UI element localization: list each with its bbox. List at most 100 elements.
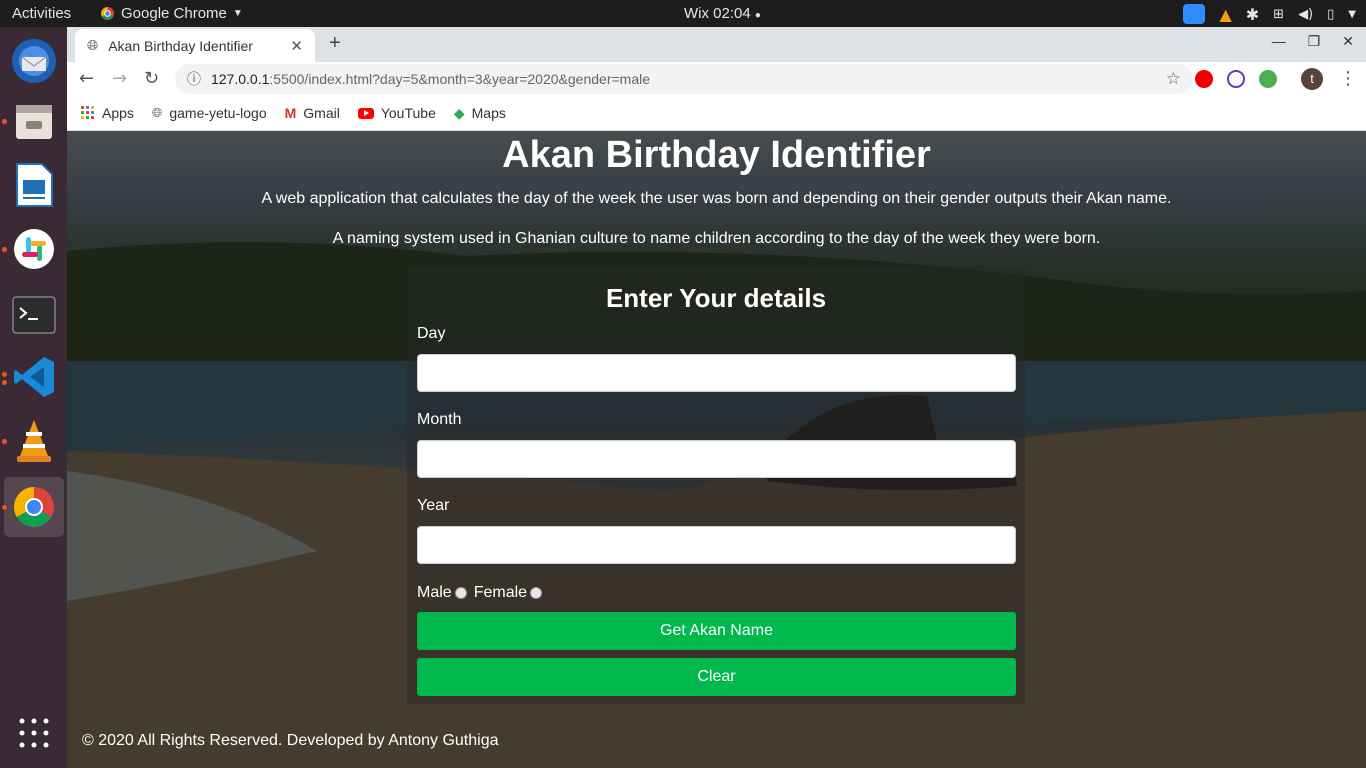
running-indicator: [2, 505, 7, 510]
activities-button[interactable]: Activities: [12, 5, 71, 22]
network-icon[interactable]: ⊞: [1273, 7, 1284, 22]
month-input[interactable]: [417, 440, 1016, 478]
gender-options: Male Female: [417, 584, 546, 602]
slack-icon: [14, 229, 54, 269]
dock-show-apps[interactable]: [4, 703, 64, 763]
terminal-icon: [12, 296, 56, 334]
maps-pin-icon: ◆: [453, 104, 465, 121]
clock[interactable]: Wix 02:04 ●: [684, 5, 761, 22]
running-indicator: [2, 372, 7, 377]
slack-tray-icon[interactable]: ✱: [1246, 5, 1259, 24]
get-akan-name-button[interactable]: Get Akan Name: [417, 612, 1016, 650]
dock-chrome[interactable]: [2, 477, 64, 537]
system-tray: ▲ ✱ ⊞ ◀) ▯ ▼: [1183, 3, 1356, 25]
year-label: Year: [417, 497, 450, 514]
close-window-icon[interactable]: ✕: [1342, 33, 1354, 50]
window-controls: — ❐ ✕: [1272, 33, 1354, 50]
reload-icon[interactable]: ↻: [144, 68, 159, 89]
close-tab-icon[interactable]: ✕: [290, 37, 303, 55]
dock-slack[interactable]: [2, 219, 64, 279]
day-input[interactable]: [417, 354, 1016, 392]
running-indicator: [2, 380, 7, 385]
page-content: Akan Birthday Identifier A web applicati…: [67, 131, 1366, 768]
year-input[interactable]: [417, 526, 1016, 564]
chevron-down-icon: ▼: [232, 8, 243, 19]
back-icon[interactable]: ←: [79, 68, 94, 89]
new-tab-button[interactable]: +: [329, 32, 341, 55]
minimize-icon[interactable]: —: [1272, 33, 1286, 50]
clock-text: Wix 02:04: [684, 5, 751, 22]
volume-icon[interactable]: ◀): [1298, 7, 1313, 22]
running-indicator: [2, 247, 7, 252]
page-description: A web application that calculates the da…: [261, 190, 1172, 207]
bookmark-label: game-yetu-logo: [169, 105, 267, 121]
info-icon[interactable]: ⓘ: [187, 69, 201, 89]
page-title: Akan Birthday Identifier: [502, 134, 931, 176]
profile-avatar[interactable]: t: [1301, 68, 1323, 90]
restore-icon[interactable]: ❐: [1308, 33, 1321, 50]
tab-title: Akan Birthday Identifier: [108, 37, 253, 54]
running-indicator: [2, 439, 7, 444]
bookmark-label: Apps: [102, 105, 134, 121]
vlc-icon: [17, 420, 51, 462]
bookmark-maps[interactable]: ◆ Maps: [454, 105, 506, 122]
vlc-tray-icon[interactable]: ▲: [1219, 5, 1231, 24]
dock: [0, 27, 67, 768]
bookmarks-bar: Apps 🌐︎ game-yetu-logo M Gmail YouTube ◆…: [67, 96, 1366, 131]
files-icon: [16, 105, 52, 139]
bookmark-gmail[interactable]: M Gmail: [285, 105, 340, 121]
vscode-icon: [14, 357, 54, 397]
extension-icon[interactable]: [1259, 70, 1277, 88]
app-menu[interactable]: Google Chrome ▼: [100, 5, 243, 22]
bookmark-game-yetu[interactable]: 🌐︎ game-yetu-logo: [152, 105, 267, 121]
dock-libreoffice[interactable]: [4, 155, 64, 215]
address-bar[interactable]: ⓘ 127.0.0.1:5500/index.html?day=5&month=…: [175, 64, 1193, 94]
dock-vlc[interactable]: [2, 411, 64, 471]
month-label: Month: [417, 411, 462, 428]
gmail-icon: M: [284, 105, 297, 121]
female-radio[interactable]: [530, 587, 543, 599]
bookmark-youtube[interactable]: YouTube: [357, 105, 436, 121]
battery-icon[interactable]: ▯: [1327, 7, 1334, 22]
tab-akan[interactable]: 🌐︎ Akan Birthday Identifier ✕: [75, 29, 315, 62]
day-label: Day: [417, 325, 446, 342]
dock-thunderbird[interactable]: [4, 31, 64, 91]
page-subdescription: A naming system used in Ghanian culture …: [332, 230, 1101, 247]
browser-window: 🌐︎ Akan Birthday Identifier ✕ + — ❐ ✕ ← …: [67, 27, 1366, 131]
dock-terminal[interactable]: [4, 285, 64, 345]
bookmark-label: YouTube: [380, 105, 436, 121]
chrome-icon: [14, 487, 54, 527]
dock-vscode[interactable]: [2, 347, 64, 407]
chrome-menu-icon[interactable]: ⋮: [1339, 68, 1357, 89]
app-menu-label: Google Chrome: [121, 5, 227, 22]
notification-dot-icon: ●: [754, 10, 761, 21]
clear-button[interactable]: Clear: [417, 658, 1016, 696]
forward-icon[interactable]: →: [112, 68, 127, 89]
system-top-bar: Activities Google Chrome ▼ Wix 02:04 ● ▲…: [0, 0, 1366, 27]
web-page: Akan Birthday Identifier A web applicati…: [67, 131, 1366, 768]
zoom-icon[interactable]: [1183, 4, 1206, 24]
form-heading: Enter Your details: [605, 283, 827, 313]
adblock-extension-icon[interactable]: [1195, 70, 1213, 88]
libreoffice-impress-icon: [16, 163, 53, 207]
thunderbird-icon: [12, 39, 56, 83]
app-grid-icon: [19, 718, 49, 748]
details-form: Enter Your details Day Month Year Male F…: [407, 266, 1025, 704]
bookmark-label: Maps: [471, 105, 506, 121]
running-indicator: [2, 119, 7, 124]
bookmark-star-icon[interactable]: ☆: [1166, 69, 1181, 89]
bookmark-label: Gmail: [303, 105, 340, 121]
globe-icon: 🌐︎: [87, 37, 99, 53]
male-radio[interactable]: [454, 587, 467, 599]
url-path: :5500/index.html?day=5&month=3&year=2020…: [269, 71, 650, 87]
youtube-icon: [357, 107, 374, 119]
tab-strip: 🌐︎ Akan Birthday Identifier ✕ + — ❐ ✕: [67, 27, 1366, 62]
block-extension-icon[interactable]: [1227, 70, 1245, 88]
male-label: Male: [417, 584, 452, 601]
bookmark-apps[interactable]: Apps: [81, 105, 134, 121]
globe-icon: 🌐︎: [151, 105, 163, 120]
chrome-small-icon: [100, 6, 115, 21]
url-host: 127.0.0.1: [211, 71, 270, 87]
dock-files[interactable]: [2, 91, 64, 151]
power-menu-icon[interactable]: ▼: [1348, 9, 1356, 20]
